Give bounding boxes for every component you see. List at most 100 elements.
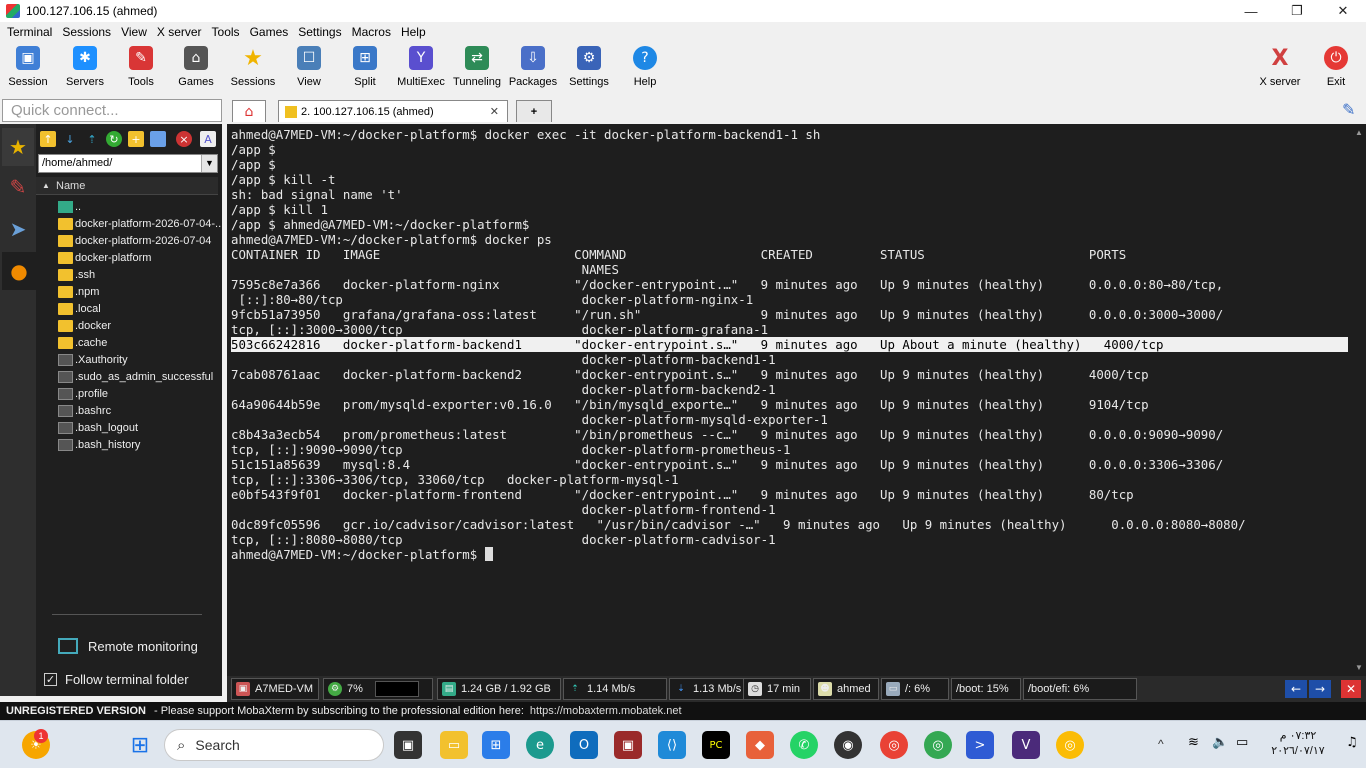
toolbar-games-button[interactable]: ⌂ Games xyxy=(168,46,224,94)
menu-sessions[interactable]: Sessions xyxy=(57,25,116,39)
quick-connect-input[interactable]: Quick connect... xyxy=(2,99,222,122)
whatsapp-icon[interactable]: ✆ xyxy=(790,731,818,759)
mobaxterm-link[interactable]: https://mobaxterm.mobatek.net xyxy=(530,705,682,717)
toolbar-help-button[interactable]: ? Help xyxy=(617,46,673,94)
menu-macros[interactable]: Macros xyxy=(347,25,396,39)
file-list-item[interactable]: .. xyxy=(58,198,81,215)
wifi-icon[interactable]: ≋ xyxy=(1188,735,1199,750)
volume-icon[interactable]: 🔈 xyxy=(1212,735,1228,750)
tray-chevron-up-icon[interactable]: ^ xyxy=(1158,737,1164,751)
menu-x-server[interactable]: X server xyxy=(152,25,207,39)
toolbar-tunneling-button[interactable]: ⇄ Tunneling xyxy=(449,46,505,94)
file-list-item[interactable]: .ssh xyxy=(58,266,95,283)
file-name: .cache xyxy=(75,336,108,349)
file-list-item[interactable]: .bash_logout xyxy=(58,419,138,436)
toolbar-label: X server xyxy=(1259,76,1301,88)
tab-home[interactable]: ⌂ xyxy=(232,100,266,122)
toolbar-view-button[interactable]: ☐ View xyxy=(281,46,337,94)
terminal-line-text: ahmed@A7MED-VM:~/docker-platform$ docker… xyxy=(231,127,821,142)
file-list-item[interactable]: .npm xyxy=(58,283,99,300)
rename-icon[interactable]: A xyxy=(200,131,216,147)
notification-bell-icon[interactable]: ♫ xyxy=(1346,735,1358,750)
star-icon[interactable]: ★ xyxy=(2,128,34,166)
file-list-item[interactable]: docker-platform-2026-07-04-... xyxy=(58,215,224,232)
new-tab-button[interactable]: + xyxy=(516,100,552,122)
outlook-icon[interactable]: O xyxy=(570,731,598,759)
toolbar-multiexec-button[interactable]: Y MultiExec xyxy=(393,46,449,94)
powershell-icon[interactable]: > xyxy=(966,731,994,759)
git-icon[interactable]: ◆ xyxy=(746,731,774,759)
next-arrow-icon[interactable]: → xyxy=(1309,680,1331,698)
file-list-item[interactable]: .bash_history xyxy=(58,436,140,453)
toolbar-exit-button[interactable]: ⏻ Exit xyxy=(1308,46,1364,94)
vscode-icon[interactable]: ⟨⟩ xyxy=(658,731,686,759)
menu-view[interactable]: View xyxy=(116,25,152,39)
chrome-icon[interactable]: ◎ xyxy=(880,731,908,759)
file-list-item[interactable]: .sudo_as_admin_successful xyxy=(58,368,213,385)
folder-up-icon[interactable]: ↑ xyxy=(40,131,56,147)
battery-icon[interactable]: ▭ xyxy=(1236,735,1248,750)
taskbar-search[interactable]: ⌕ Search xyxy=(164,729,384,761)
upload-icon[interactable]: ⇡ xyxy=(84,131,100,147)
file-list-item[interactable]: .docker xyxy=(58,317,111,334)
toolbar-settings-button[interactable]: ⚙ Settings xyxy=(561,46,617,94)
chevron-down-icon[interactable]: ▼ xyxy=(201,155,217,172)
scroll-down-icon[interactable]: ▼ xyxy=(1355,663,1363,672)
microsoft-store-icon[interactable]: ⊞ xyxy=(482,731,510,759)
menu-terminal[interactable]: Terminal xyxy=(2,25,57,39)
minimize-button[interactable]: — xyxy=(1228,0,1274,22)
terminal-scrollbar[interactable]: ▲ ▼ xyxy=(1352,124,1366,676)
download-icon[interactable]: ↓ xyxy=(62,131,78,147)
file-list-item[interactable]: .profile xyxy=(58,385,108,402)
chrome-second-profile-icon[interactable]: ◎ xyxy=(1056,731,1084,759)
menu-games[interactable]: Games xyxy=(245,25,294,39)
edge-icon[interactable]: e xyxy=(526,731,554,759)
new-folder-icon[interactable]: + xyxy=(128,131,144,147)
toolbar-sessions-button[interactable]: ★ Sessions xyxy=(225,46,281,94)
file-list-item[interactable]: .bashrc xyxy=(58,402,111,419)
chrome-profile-icon[interactable]: ◎ xyxy=(924,731,952,759)
obs-icon[interactable]: ◉ xyxy=(834,731,862,759)
task-view-icon[interactable]: ▣ xyxy=(394,731,422,759)
close-window-button[interactable]: ✕ xyxy=(1320,0,1366,22)
toolbar-tools-button[interactable]: ✎ Tools xyxy=(113,46,169,94)
tools-icon[interactable]: ✎ xyxy=(2,168,34,206)
new-file-icon[interactable] xyxy=(150,131,166,147)
delete-icon[interactable]: × xyxy=(176,131,192,147)
toolbar-split-button[interactable]: ⊞ Split xyxy=(337,46,393,94)
toolbar-session-button[interactable]: ▣ Session xyxy=(0,46,56,94)
file-list-item[interactable]: .local xyxy=(58,300,101,317)
mobaxterm-taskbar-icon[interactable]: ▣ xyxy=(614,731,642,759)
remote-monitoring-button[interactable]: Remote monitoring xyxy=(58,638,198,654)
pycharm-icon[interactable]: PC xyxy=(702,731,730,759)
file-list-item[interactable]: docker-platform-2026-07-04 xyxy=(58,232,211,249)
toolbar-xserver-button[interactable]: X X server xyxy=(1252,46,1308,94)
refresh-icon[interactable]: ↻ xyxy=(106,131,122,147)
path-select[interactable]: /home/ahmed/ ▼ xyxy=(38,154,218,173)
follow-terminal-folder-checkbox[interactable]: ✓ Follow terminal folder xyxy=(44,672,189,687)
file-list-item[interactable]: docker-platform xyxy=(58,249,151,266)
toolbar-servers-button[interactable]: ✱ Servers xyxy=(57,46,113,94)
terminal-view[interactable]: ahmed@A7MED-VM:~/docker-platform$ docker… xyxy=(227,124,1352,676)
clock[interactable]: ٠٧:٣٢ م ٢٠٢٦/٠٧/١٧ xyxy=(1262,729,1334,759)
name-column-header[interactable]: ▲ Name xyxy=(36,177,218,195)
scroll-up-icon[interactable]: ▲ xyxy=(1355,128,1363,137)
tab-session-active[interactable]: 2. 100.127.106.15 (ahmed) ✕ xyxy=(278,100,508,122)
file-explorer-icon[interactable]: ▭ xyxy=(440,731,468,759)
toolbar-packages-button[interactable]: ⇩ Packages xyxy=(505,46,561,94)
sftp-icon[interactable]: ● xyxy=(2,252,36,290)
menu-tools[interactable]: Tools xyxy=(207,25,245,39)
menu-help[interactable]: Help xyxy=(396,25,431,39)
file-list-item[interactable]: .cache xyxy=(58,334,107,351)
disk-efi-label: /boot/efi: 6% xyxy=(1028,683,1090,695)
close-session-icon[interactable]: ✕ xyxy=(1341,680,1361,698)
paperclip-icon[interactable]: ✎ xyxy=(1342,100,1355,119)
send-icon[interactable]: ➤ xyxy=(2,210,34,248)
file-list-item[interactable]: .Xauthority xyxy=(58,351,128,368)
tab-close-button[interactable]: ✕ xyxy=(490,105,499,118)
menu-settings[interactable]: Settings xyxy=(293,25,346,39)
vivaldi-icon[interactable]: V xyxy=(1012,731,1040,759)
maximize-button[interactable]: ❐ xyxy=(1274,0,1320,22)
start-windows-icon[interactable]: ⊞ xyxy=(126,731,154,759)
prev-arrow-icon[interactable]: ← xyxy=(1285,680,1307,698)
